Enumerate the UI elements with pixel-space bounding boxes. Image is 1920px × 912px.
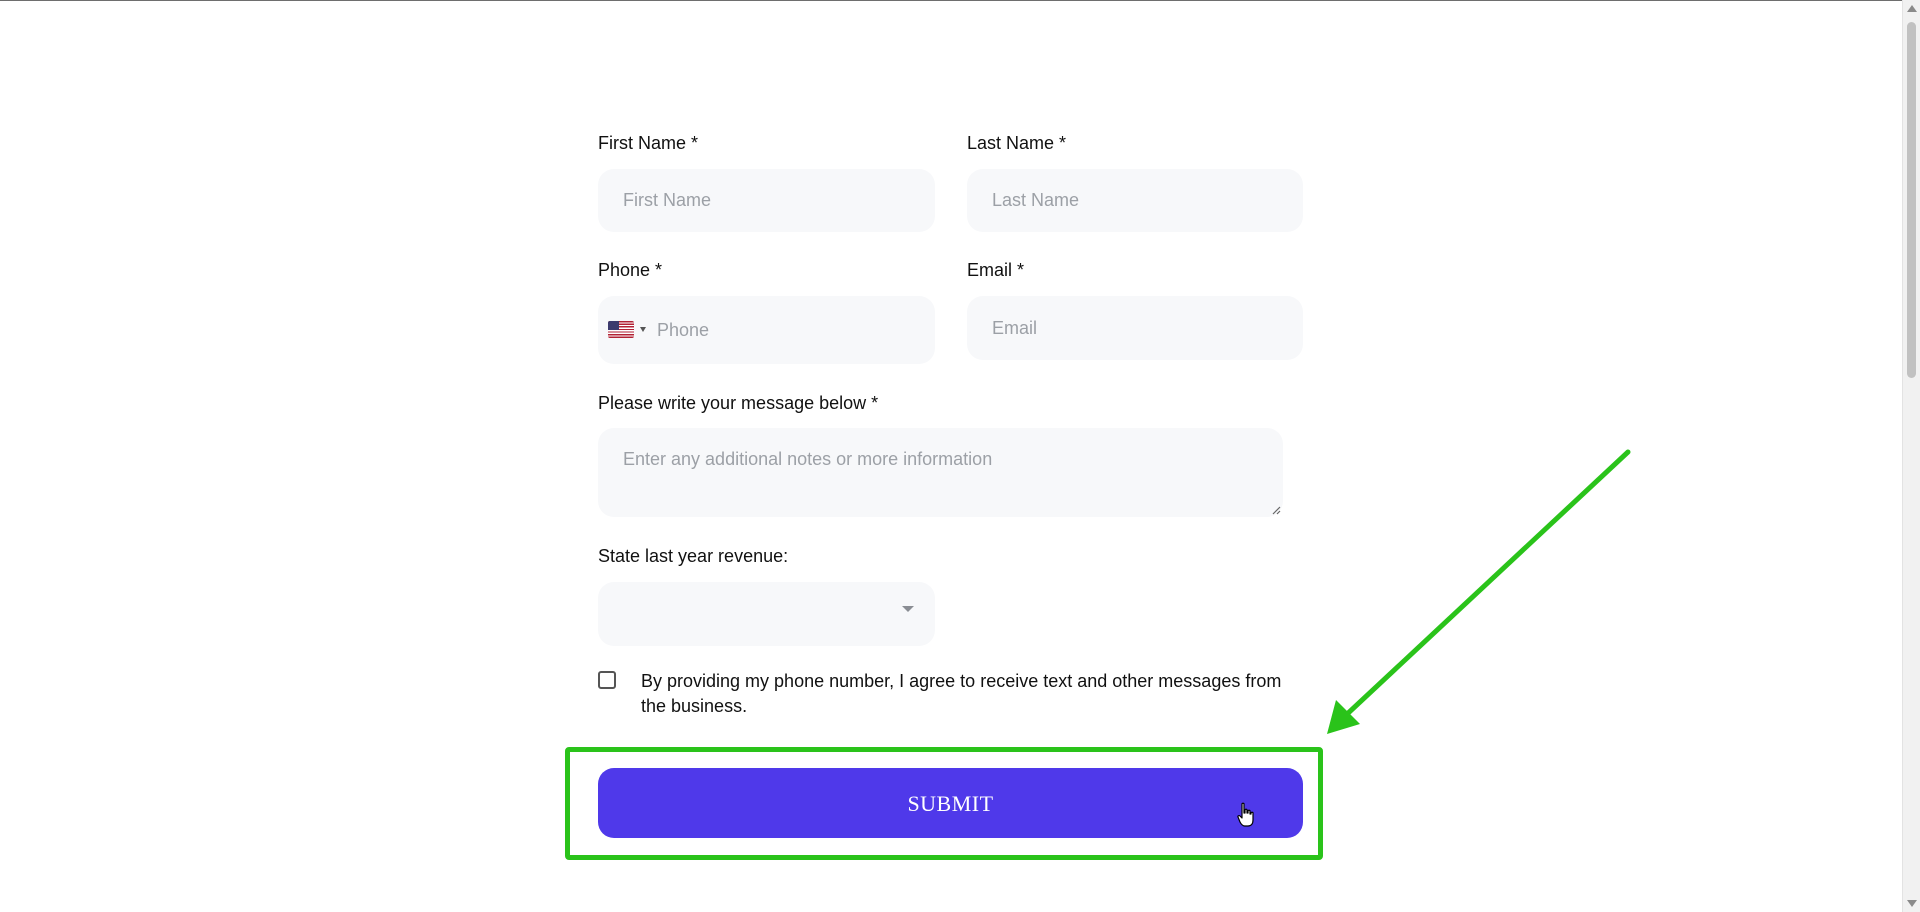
message-field-wrapper	[598, 428, 1283, 517]
chevron-down-icon	[902, 606, 914, 612]
contact-form: First Name * Last Name * Phone * Email *…	[0, 0, 1902, 912]
consent-text: By providing my phone number, I agree to…	[641, 671, 1282, 716]
last-name-input[interactable]	[967, 169, 1303, 232]
last-name-field-wrapper	[967, 169, 1303, 232]
email-input[interactable]	[967, 296, 1303, 360]
email-label: Email *	[967, 260, 1025, 280]
scroll-up-arrow-icon[interactable]	[1907, 5, 1917, 12]
first-name-label: First Name *	[598, 133, 699, 153]
vertical-scrollbar[interactable]	[1902, 0, 1920, 912]
revenue-label: State last year revenue:	[598, 546, 789, 566]
country-dropdown-caret-icon[interactable]	[640, 327, 646, 332]
us-flag-icon[interactable]	[608, 321, 634, 338]
submit-button[interactable]: SUBMIT	[598, 768, 1303, 838]
hand-cursor-icon	[1237, 802, 1254, 827]
consent-checkbox[interactable]	[598, 671, 616, 689]
resize-grip-icon[interactable]	[1271, 505, 1281, 515]
email-field-wrapper	[967, 296, 1303, 360]
scroll-down-arrow-icon[interactable]	[1907, 900, 1917, 907]
message-textarea[interactable]	[598, 428, 1283, 517]
first-name-field-wrapper	[598, 169, 935, 232]
phone-input[interactable]	[657, 296, 935, 364]
last-name-label: Last Name *	[967, 133, 1067, 153]
scrollbar-thumb[interactable]	[1907, 22, 1916, 378]
revenue-select[interactable]	[598, 582, 935, 646]
phone-field-wrapper	[598, 296, 935, 364]
message-label: Please write your message below *	[598, 393, 879, 413]
phone-label: Phone *	[598, 260, 663, 280]
first-name-input[interactable]	[598, 169, 935, 232]
